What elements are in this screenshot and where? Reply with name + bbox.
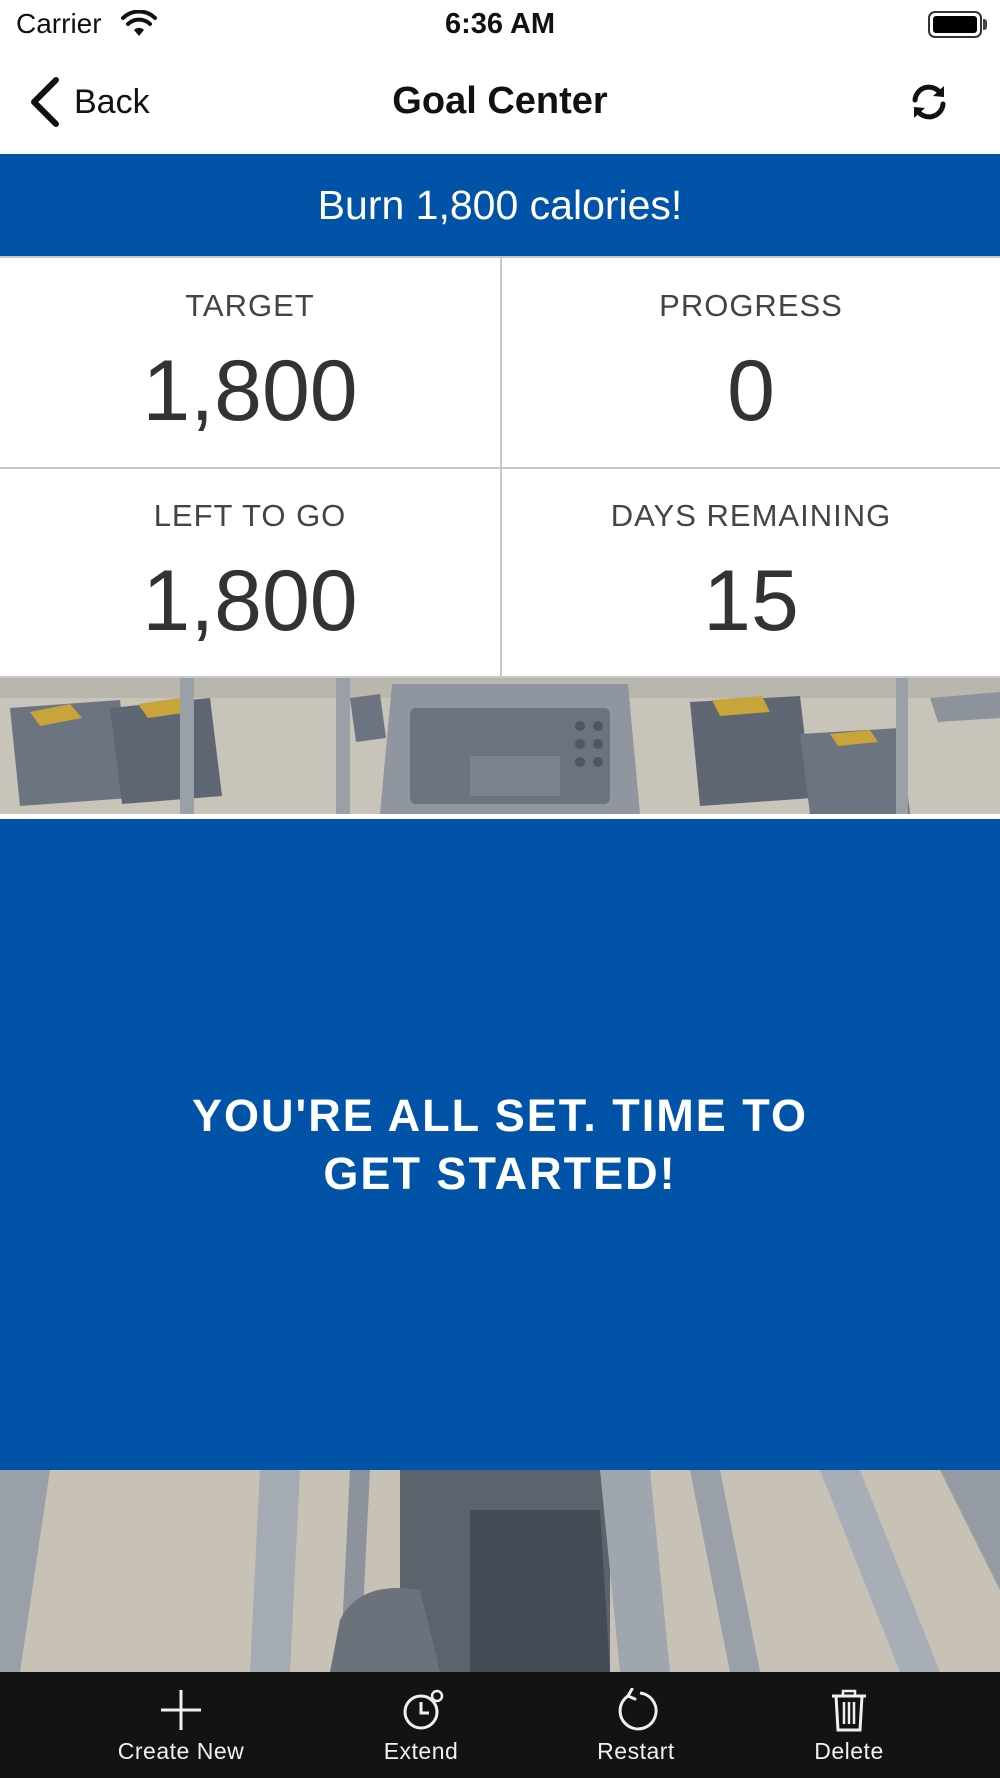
battery-nub [983, 19, 987, 30]
create-new-button[interactable]: Create New [81, 1672, 281, 1778]
navigation-bar: Back Goal Center [0, 50, 1000, 154]
stat-progress: PROGRESS 0 [501, 258, 1000, 468]
plus-icon [161, 1690, 201, 1730]
battery-icon [928, 11, 982, 38]
stat-value: 0 [727, 343, 775, 439]
stat-label: TARGET [185, 288, 315, 323]
stat-value: 1,800 [142, 553, 358, 649]
stat-value: 1,800 [142, 343, 358, 439]
motivation-message: YOU'RE ALL SET. TIME TO GET STARTED! [192, 1089, 808, 1199]
stat-label: PROGRESS [659, 288, 843, 323]
restart-icon [618, 1688, 658, 1731]
stat-label: DAYS REMAINING [610, 498, 892, 533]
page-title: Goal Center [392, 80, 608, 122]
goal-banner: Burn 1,800 calories! [0, 154, 1000, 256]
tab-label: Restart [597, 1738, 675, 1764]
tab-label: Create New [117, 1738, 245, 1764]
gym-background-image [0, 678, 1000, 814]
message-panel: YOU'RE ALL SET. TIME TO GET STARTED! [0, 819, 1000, 1470]
stat-days-remaining: DAYS REMAINING 15 [501, 468, 1000, 678]
delete-button[interactable]: Delete [749, 1672, 949, 1778]
goal-stats-grid: TARGET 1,800 PROGRESS 0 LEFT TO GO 1,800… [0, 256, 1000, 678]
extend-button[interactable]: Extend [321, 1672, 521, 1778]
tab-label: Delete [814, 1738, 884, 1764]
alarm-clock-icon [403, 1689, 444, 1730]
refresh-icon[interactable] [904, 80, 954, 124]
grid-divider [0, 467, 1000, 469]
stat-value: 15 [703, 553, 799, 649]
restart-button[interactable]: Restart [536, 1672, 736, 1778]
tab-label: Extend [383, 1738, 459, 1764]
bottom-toolbar: Create New Extend Restart Delete [0, 1672, 1000, 1778]
stat-target: TARGET 1,800 [0, 258, 500, 468]
status-time: 6:36 AM [444, 8, 556, 40]
status-bar: Carrier 6:36 AM [0, 0, 1000, 50]
stat-left-to-go: LEFT TO GO 1,800 [0, 468, 500, 678]
trash-icon [832, 1689, 866, 1732]
gym-background-image [0, 1470, 1000, 1672]
stat-label: LEFT TO GO [153, 498, 347, 533]
